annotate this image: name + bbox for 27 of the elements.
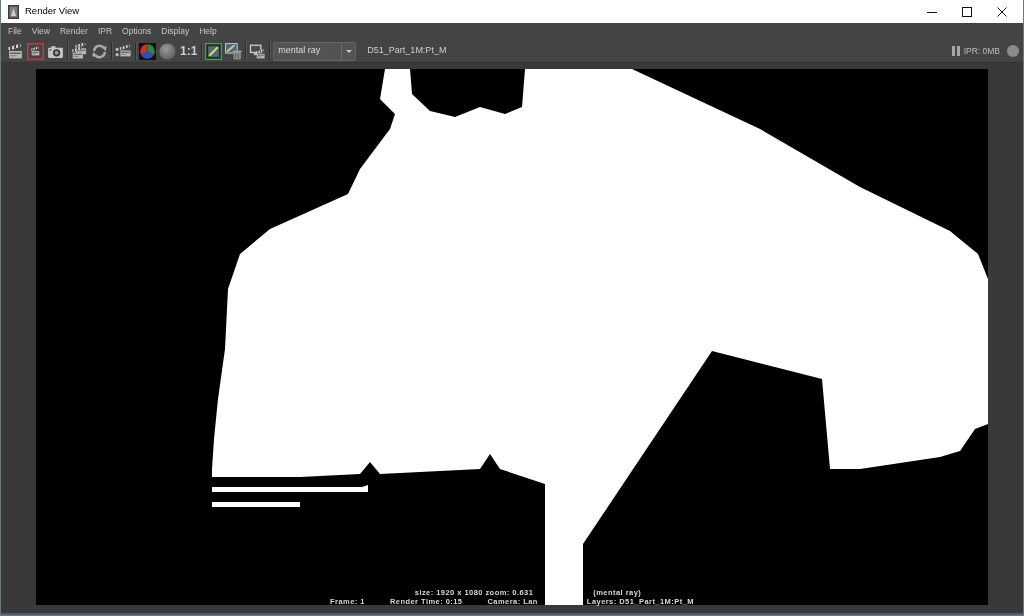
clapperboard-icon[interactable]: [7, 42, 24, 60]
layer-label: D51_Part_1M:Pt_M: [367, 44, 447, 58]
actual-size-button[interactable]: 1:1: [179, 44, 199, 58]
picture-frame-icon[interactable]: [205, 42, 223, 60]
window-title: Render View: [25, 4, 80, 19]
renderer-dropdown[interactable]: mental ray: [273, 41, 357, 61]
close-icon: [996, 6, 1007, 17]
color-channels-icon[interactable]: [139, 42, 156, 60]
menu-item[interactable]: Options: [122, 23, 152, 40]
pause-icon[interactable]: [951, 46, 960, 56]
menu-item[interactable]: Render: [60, 23, 88, 40]
clapperboard-frame-icon[interactable]: [27, 42, 44, 60]
app-icon: [8, 4, 19, 19]
refresh-icon[interactable]: [91, 42, 108, 60]
menu-item[interactable]: IPR: [97, 23, 113, 40]
menu-item[interactable]: Display: [161, 23, 190, 40]
menu-item[interactable]: File: [8, 23, 22, 40]
maximize-icon: [961, 6, 972, 17]
clapperboard-stack-icon[interactable]: [71, 42, 88, 60]
ipr-memory-label: IPR: 0MB: [963, 44, 1000, 58]
menu-item[interactable]: Help: [199, 23, 217, 40]
status-dot-icon: [1007, 45, 1019, 57]
sphere-icon[interactable]: [159, 42, 176, 60]
menu-item[interactable]: View: [31, 23, 50, 40]
caret-icon: [345, 49, 352, 53]
picture-trash-icon[interactable]: [225, 42, 243, 60]
monitor-icon[interactable]: [249, 42, 267, 60]
